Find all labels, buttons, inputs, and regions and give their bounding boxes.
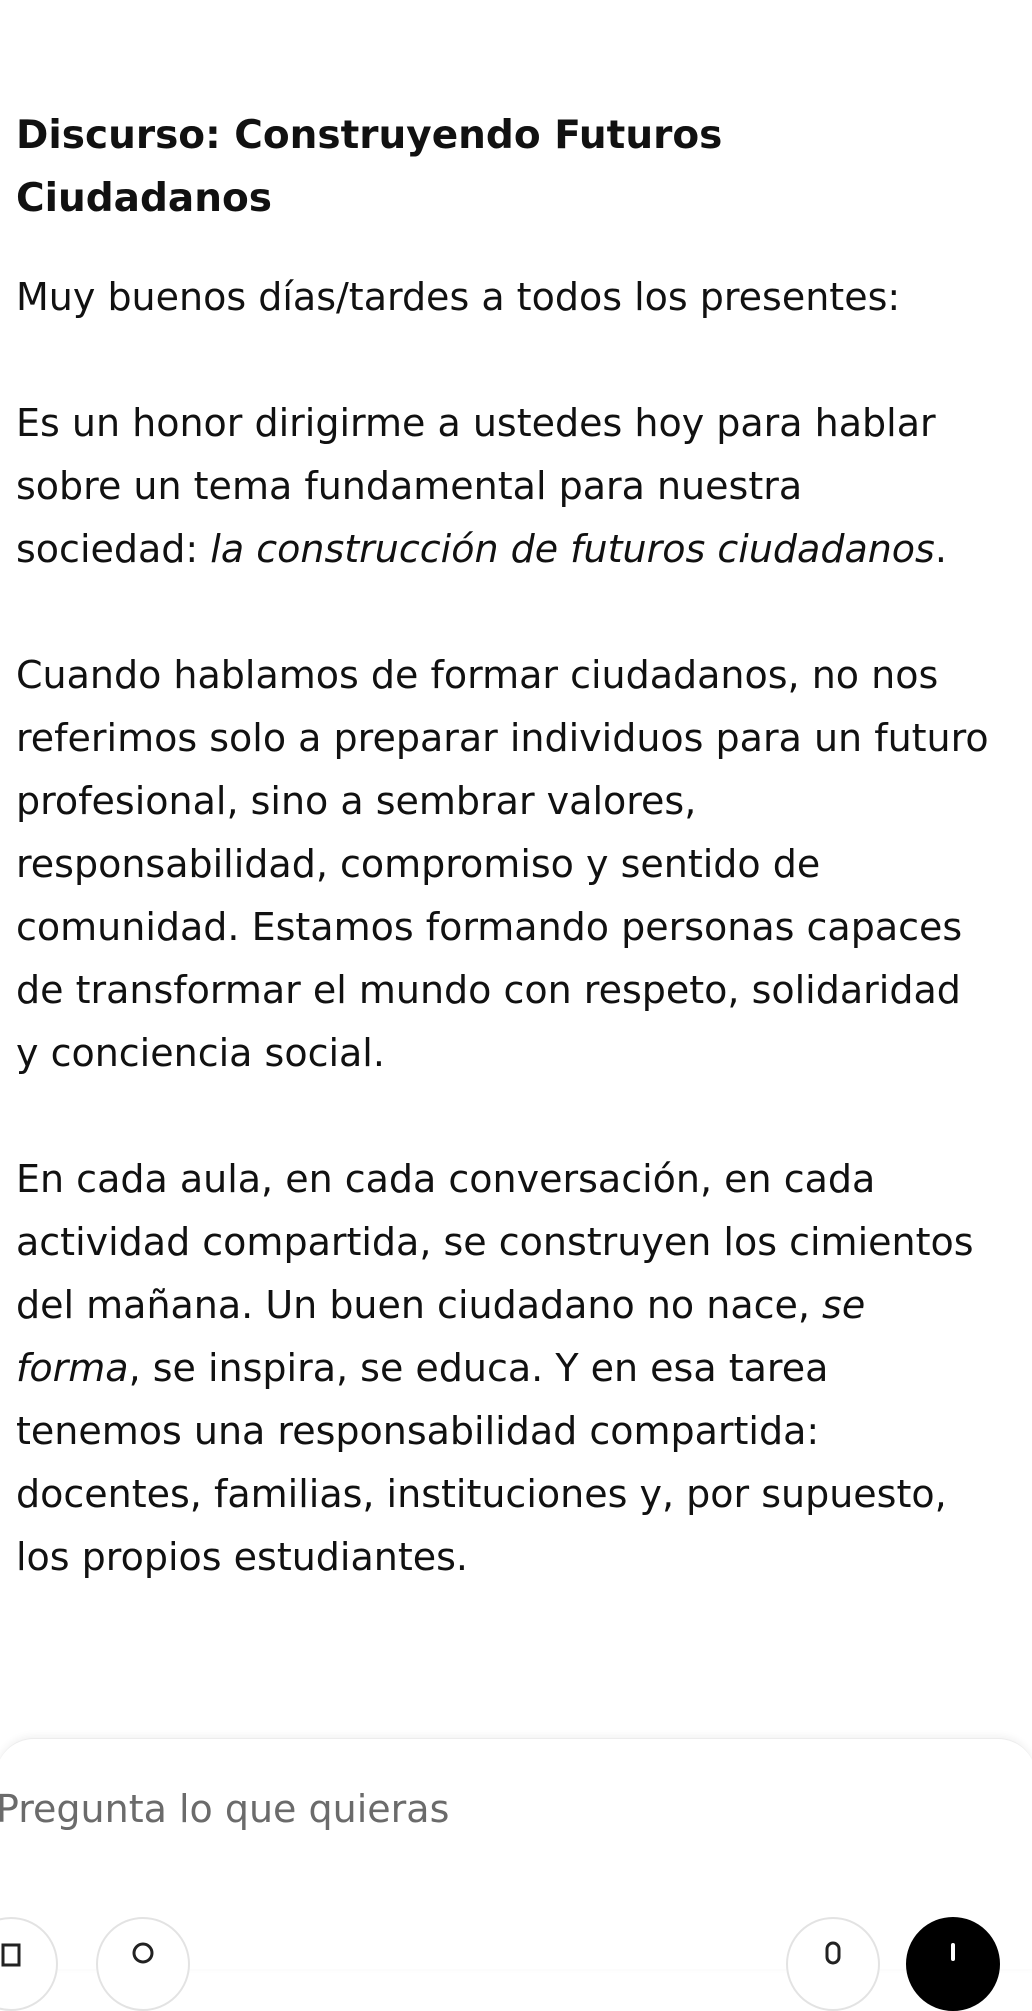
mic-icon <box>825 1941 841 1965</box>
speech-title: Discurso: Construyendo Futuros Ciudadano… <box>16 113 723 221</box>
prompt-input[interactable] <box>0 1787 896 1831</box>
chat-response: Discurso: Construyendo Futuros Ciudadano… <box>16 104 1016 1589</box>
attach-icon <box>1 1943 21 1967</box>
attach-button[interactable] <box>0 1917 58 2011</box>
tools-button[interactable] <box>96 1917 190 2011</box>
intro-emphasis: la construcción de futuros ciudadanos <box>210 527 935 571</box>
tools-icon <box>132 1942 154 1964</box>
citizens-paragraph: Cuando hablamos de formar ciudadanos, no… <box>16 653 989 1075</box>
greeting-paragraph: Muy buenos días/tardes a todos los prese… <box>16 275 901 319</box>
intro-paragraph: Es un honor dirigirme a ustedes hoy para… <box>16 392 991 581</box>
intro-end: . <box>934 527 947 571</box>
mic-button[interactable] <box>786 1917 880 2011</box>
classroom-paragraph: En cada aula, en cada conversación, en c… <box>16 1148 991 1589</box>
message-composer <box>0 1738 1032 2011</box>
classroom-end: , se inspira, se educa. Y en esa tarea t… <box>16 1346 947 1579</box>
voice-mode-icon <box>951 1943 955 1961</box>
voice-mode-button[interactable] <box>906 1917 1000 2011</box>
